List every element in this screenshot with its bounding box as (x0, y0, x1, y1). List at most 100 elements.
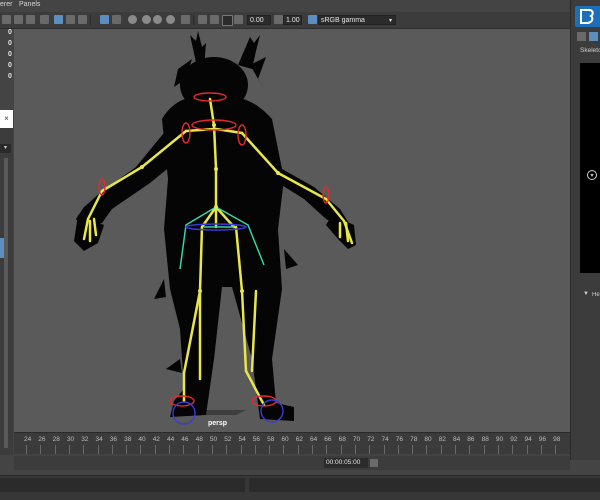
expand-arrow-icon[interactable]: ▾ (587, 170, 597, 180)
shadows-icon[interactable] (166, 15, 175, 24)
timeline-tick-mark (426, 445, 428, 454)
select-camera-icon[interactable] (2, 15, 11, 24)
help-line (249, 478, 600, 492)
chevron-down-icon: ▾ (388, 18, 392, 24)
film-gate-icon[interactable] (66, 15, 75, 24)
brush-tool-icon[interactable] (577, 32, 586, 41)
hud-value: 0 (8, 29, 12, 36)
image-plane-icon[interactable] (40, 15, 49, 24)
gamma-icon[interactable] (274, 15, 283, 24)
exposure-field[interactable]: 0.00 (247, 15, 271, 25)
panel-title: Skeleto (580, 47, 600, 54)
gamma-field[interactable]: 1.00 (283, 15, 302, 25)
timeline-tick-label: 96 (538, 436, 547, 443)
timeline-tick-mark (169, 445, 170, 454)
textured-icon[interactable] (142, 15, 151, 24)
timeline-tick-mark (326, 445, 328, 454)
timeline-tick-label: 80 (424, 436, 432, 443)
timeline-tick-label: 32 (81, 436, 89, 443)
timeline-tick-mark (312, 445, 313, 454)
timeline-tick-mark (68, 445, 70, 454)
timeline-tick-mark (254, 445, 256, 454)
menu-panels[interactable]: Panels (19, 1, 40, 8)
screen-space-ao-icon[interactable] (181, 15, 190, 24)
timeline-tick-mark (126, 445, 128, 454)
timeline-tick-mark (340, 445, 342, 454)
timeline-tick-label: 60 (281, 436, 289, 443)
timeline-tick-mark (526, 445, 528, 454)
smooth-shade-icon[interactable] (112, 15, 121, 24)
menu-renderer[interactable]: erer (0, 1, 12, 8)
timeline-tick-label: 88 (481, 436, 489, 443)
timeline-tick-mark (512, 445, 514, 454)
timeline-tick-label: 72 (367, 436, 375, 443)
timeline-tick-mark (211, 445, 213, 454)
timeline-tick-mark (412, 445, 414, 454)
lock-camera-icon[interactable] (14, 15, 23, 24)
panel-footer-label: He (592, 292, 600, 298)
timeline-tick-mark (440, 445, 442, 454)
timecode-field[interactable]: 00:00:05:00 (324, 458, 368, 468)
timeline-tick-label: 28 (52, 436, 60, 443)
bookmark-icon[interactable] (26, 15, 35, 24)
timeline-tick-label: 86 (467, 436, 475, 443)
timeline-tick-label: 58 (267, 436, 275, 443)
hud-value: 0 (8, 51, 12, 58)
timeline-tick-label: 70 (352, 436, 361, 443)
timeline-tick-mark (54, 445, 56, 454)
panel-content-area (580, 63, 600, 273)
timeline-tick-mark (469, 445, 471, 454)
xray-joints-icon[interactable] (222, 15, 233, 26)
timeline-tick-label: 98 (553, 436, 561, 443)
character-rig[interactable]: persp (14, 29, 570, 432)
scrollbar[interactable] (4, 158, 8, 448)
viewport-toolbar: 0.00 1.00 sRGB gamma ▾ (0, 12, 570, 29)
timeline-tick-mark (455, 445, 456, 454)
timeline-tick-mark (111, 445, 113, 454)
timeline-tick-mark (197, 445, 199, 454)
timeline-tick-mark (226, 445, 228, 454)
collapse-arrow-icon[interactable]: ▼ (583, 291, 589, 299)
timeline-tick-label: 84 (453, 436, 461, 443)
timeline-tick-mark (240, 445, 242, 454)
command-line[interactable] (0, 478, 245, 492)
time-slider[interactable]: 24 26 28 30 32 34 36 38 40 42 44 46 48 50 52 54 56 58 60 62… (14, 432, 570, 454)
range-slider[interactable]: 00:00:05:00 (14, 456, 570, 470)
grid-icon[interactable] (54, 15, 63, 24)
hud-value: 0 (8, 62, 12, 69)
skeleton-tool-icon[interactable] (589, 32, 598, 41)
isolate-select-icon[interactable] (198, 15, 207, 24)
timeline-tick-label: 50 (209, 436, 218, 443)
timeline-tick-mark (397, 445, 399, 454)
default-material-icon[interactable] (128, 15, 137, 24)
timeline-tick-mark (283, 445, 285, 454)
resolution-gate-icon[interactable] (78, 15, 87, 24)
timeline-tick-label: 54 (238, 436, 246, 443)
timeline-tick-mark (40, 445, 42, 454)
wireframe-icon[interactable] (100, 15, 109, 24)
timeline-tick-label: 64 (310, 436, 318, 443)
timeline-tick-label: 56 (252, 436, 261, 443)
close-icon[interactable]: × (0, 110, 13, 128)
timeline-tick-label: 34 (95, 436, 103, 443)
timeline-tick-label: 38 (124, 436, 132, 443)
timeline-tick-label: 74 (381, 436, 389, 443)
color-management-icon[interactable] (308, 15, 317, 24)
timeline-tick-mark (154, 445, 156, 454)
timeline-tick-mark (26, 445, 27, 454)
hud-value: 0 (8, 73, 12, 80)
colorspace-dropdown[interactable]: sRGB gamma ▾ (318, 15, 396, 25)
lights-icon[interactable] (153, 15, 162, 24)
timecode-options-icon[interactable] (370, 459, 378, 467)
timeline-tick-label: 36 (109, 436, 118, 443)
hud-values: 0 0 0 0 0 (0, 29, 14, 80)
timeline-tick-label: 92 (510, 436, 518, 443)
timeline-tick-mark (97, 445, 99, 454)
dropdown-arrow-icon[interactable]: ▾ (0, 144, 11, 153)
timeline-tick-mark (297, 445, 299, 454)
timeline-tick-label: 46 (181, 436, 189, 443)
timeline-tick-mark (83, 445, 85, 454)
xray-icon[interactable] (210, 15, 219, 24)
exposure-icon[interactable] (234, 15, 243, 24)
timeline-tick-label: 44 (167, 436, 175, 443)
